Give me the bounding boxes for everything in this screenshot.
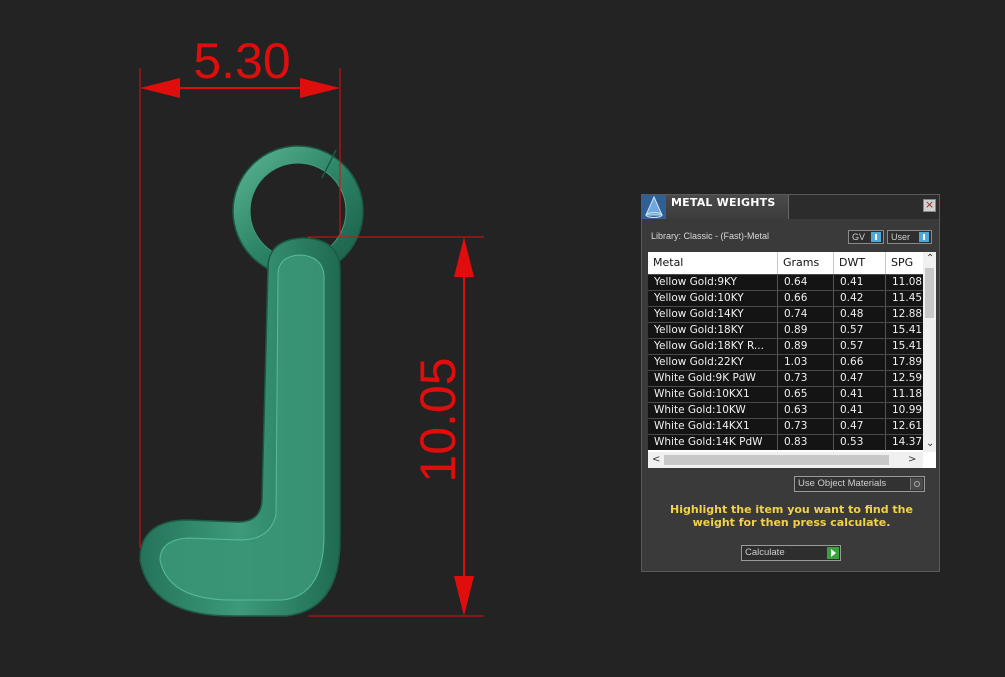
use-object-materials-checkbox[interactable]: Use Object Materials <box>794 476 925 492</box>
table-row[interactable]: Yellow Gold:9KY 0.64 0.41 11.08 <box>648 274 923 290</box>
table-cell-grams: 0.73 <box>778 419 834 434</box>
table-cell-metal: White Gold:10KX1 <box>648 387 778 402</box>
scroll-up-icon[interactable]: ⌃ <box>926 253 934 265</box>
horizontal-scrollbar[interactable]: < > <box>648 452 923 468</box>
table-cell-metal: White Gold:14KX1 <box>648 419 778 434</box>
table-row[interactable]: Yellow Gold:22KY 1.03 0.66 17.89 <box>648 354 923 370</box>
table-row[interactable]: Yellow Gold:18KY 0.89 0.57 15.41 <box>648 322 923 338</box>
gv-toggle[interactable]: GV <box>848 230 884 244</box>
height-dimension-label: 10.05 <box>410 357 466 482</box>
table-cell-metal: Yellow Gold:14KY <box>648 307 778 322</box>
table-cell-grams: 0.83 <box>778 435 834 450</box>
panel-title: METAL WEIGHTS <box>671 196 776 209</box>
table-cell-spg: 11.45 <box>892 292 923 304</box>
vertical-scrollbar[interactable]: ⌃ ⌄ <box>923 252 936 452</box>
toggle-switch-icon <box>919 232 929 242</box>
table-cell-dwt: 0.53 <box>834 435 886 450</box>
table-cell-spg: 12.88 <box>892 308 923 320</box>
table-cell-dwt: 0.47 <box>834 419 886 434</box>
checkbox-icon <box>910 478 923 490</box>
play-arrow-icon <box>827 547 839 559</box>
table-row[interactable]: Yellow Gold:18KY R... 0.89 0.57 15.41 <box>648 338 923 354</box>
table-cell-dwt: 0.57 <box>834 323 886 338</box>
table-row[interactable]: White Gold:14K PdW 0.83 0.53 14.37 <box>648 434 923 450</box>
table-cell-metal: Yellow Gold:22KY <box>648 355 778 370</box>
table-cell-grams: 0.89 <box>778 323 834 338</box>
calculate-label: Calculate <box>745 547 785 558</box>
table-cell-spg: 11.18 <box>892 388 923 400</box>
instruction-text: Highlight the item you want to find the … <box>670 503 913 529</box>
table-cell-dwt: 0.57 <box>834 339 886 354</box>
toggle-switch-icon <box>871 232 881 242</box>
horizontal-scroll-thumb[interactable] <box>664 455 889 465</box>
gv-toggle-label: GV <box>852 232 866 242</box>
column-header-dwt[interactable]: DWT <box>834 252 886 274</box>
table-cell-spg: 15.41 <box>892 324 923 336</box>
scroll-down-icon[interactable]: ⌄ <box>926 438 934 450</box>
table-row[interactable]: Yellow Gold:10KY 0.66 0.42 11.45 <box>648 290 923 306</box>
table-cell-dwt: 0.41 <box>834 387 886 402</box>
close-button[interactable]: × <box>923 199 936 212</box>
table-cell-grams: 0.73 <box>778 371 834 386</box>
table-cell-metal: Yellow Gold:18KY R... <box>648 339 778 354</box>
scroll-left-icon[interactable]: < <box>652 454 660 466</box>
scroll-right-icon[interactable]: > <box>908 454 916 466</box>
table-cell-grams: 0.63 <box>778 403 834 418</box>
table-cell-metal: White Gold:10KW <box>648 403 778 418</box>
width-dimension-label: 5.30 <box>193 33 290 89</box>
close-icon: × <box>924 198 935 211</box>
table-cell-dwt: 0.48 <box>834 307 886 322</box>
table-row[interactable]: White Gold:10KW 0.63 0.41 10.99 <box>648 402 923 418</box>
table-cell-spg: 17.89 <box>892 356 923 368</box>
table-row[interactable]: White Gold:14KX1 0.73 0.47 12.61 <box>648 418 923 434</box>
use-object-materials-label: Use Object Materials <box>798 478 887 489</box>
panel-titlebar[interactable]: METAL WEIGHTS × <box>642 195 939 219</box>
table-cell-grams: 0.65 <box>778 387 834 402</box>
table-cell-grams: 0.64 <box>778 275 834 290</box>
metal-table: Metal Grams DWT SPG Yellow Gold:9KY 0.64 0… <box>648 252 936 468</box>
column-header-grams[interactable]: Grams <box>778 252 834 274</box>
table-row[interactable]: Yellow Gold:14KY 0.74 0.48 12.88 <box>648 306 923 322</box>
table-cell-dwt: 0.41 <box>834 275 886 290</box>
table-cell-spg: 11.08 <box>892 276 923 288</box>
table-cell-spg: 12.61 <box>892 420 923 432</box>
table-cell-metal: Yellow Gold:10KY <box>648 291 778 306</box>
table-cell-grams: 1.03 <box>778 355 834 370</box>
metal-table-body: Metal Grams DWT SPG Yellow Gold:9KY 0.64 0… <box>648 252 923 452</box>
table-cell-grams: 0.89 <box>778 339 834 354</box>
user-toggle[interactable]: User <box>887 230 932 244</box>
table-row[interactable]: White Gold:9K PdW 0.73 0.47 12.59 <box>648 370 923 386</box>
table-cell-dwt: 0.41 <box>834 403 886 418</box>
table-cell-dwt: 0.42 <box>834 291 886 306</box>
table-cell-metal: Yellow Gold:18KY <box>648 323 778 338</box>
metal-weights-panel: METAL WEIGHTS × Library: Classic - (Fast… <box>641 194 940 572</box>
table-cell-metal: White Gold:9K PdW <box>648 371 778 386</box>
letter-j-model[interactable] <box>139 237 341 617</box>
table-cell-dwt: 0.47 <box>834 371 886 386</box>
table-cell-grams: 0.66 <box>778 291 834 306</box>
library-label: Library: Classic - (Fast)-Metal <box>651 231 770 241</box>
vertical-scroll-thumb[interactable] <box>925 268 934 318</box>
table-cell-metal: Yellow Gold:9KY <box>648 275 778 290</box>
table-cell-grams: 0.74 <box>778 307 834 322</box>
column-header-metal[interactable]: Metal <box>648 252 778 274</box>
table-row[interactable]: White Gold:10KX1 0.65 0.41 11.18 <box>648 386 923 402</box>
app-cone-icon <box>642 195 666 219</box>
table-cell-spg: 12.59 <box>892 372 923 384</box>
column-header-spg[interactable]: SPG <box>886 252 923 274</box>
table-cell-dwt: 0.66 <box>834 355 886 370</box>
user-toggle-label: User <box>891 232 911 242</box>
table-cell-metal: White Gold:14K PdW <box>648 435 778 450</box>
table-cell-spg: 15.41 <box>892 340 923 352</box>
table-cell-spg: 14.37 <box>892 436 923 448</box>
calculate-button[interactable]: Calculate <box>741 545 841 561</box>
table-cell-spg: 10.99 <box>892 404 923 416</box>
